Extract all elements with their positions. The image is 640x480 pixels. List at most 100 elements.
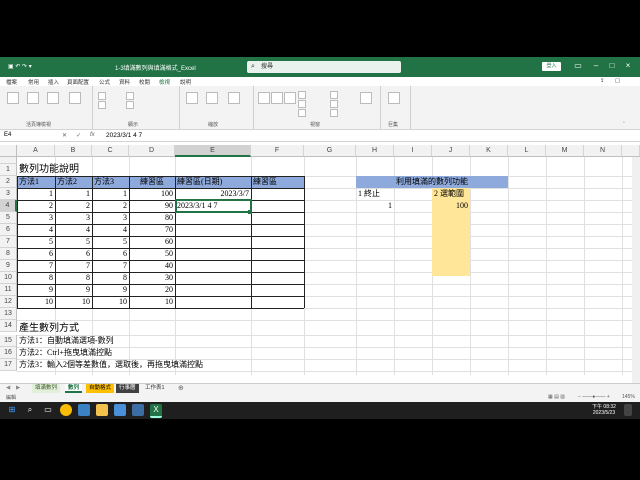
search-box[interactable]: ⌕ 搜尋 <box>247 61 401 73</box>
clock[interactable]: 下午 08:32 2023/5/23 <box>588 404 620 416</box>
cell-a5[interactable]: 3 <box>17 212 55 224</box>
arrange-all-icon[interactable] <box>271 92 283 104</box>
column-header-h[interactable]: H <box>356 145 394 157</box>
column-header-b[interactable]: B <box>55 145 92 157</box>
cell-e2[interactable]: 練習區(日期) <box>175 176 251 188</box>
cell-f9[interactable] <box>251 260 304 272</box>
custom-views-icon[interactable] <box>69 92 81 104</box>
row-header-13[interactable]: 13 <box>0 308 17 320</box>
column-header-a[interactable]: A <box>17 145 55 157</box>
new-window-icon[interactable] <box>258 92 270 104</box>
cell-d8[interactable]: 50 <box>129 248 175 260</box>
cell-a1[interactable]: 數列功能說明 <box>17 164 81 176</box>
formula-bar-checkbox[interactable] <box>126 92 134 100</box>
comment-icon[interactable]: ▢ <box>615 78 620 84</box>
cell-e6[interactable] <box>175 224 251 236</box>
cell-e4[interactable]: 2023/3/1 4 7 <box>175 200 251 212</box>
task-view-icon[interactable]: ▭ <box>42 404 54 416</box>
normal-view-icon[interactable] <box>7 92 19 104</box>
cell-d10[interactable]: 30 <box>129 272 175 284</box>
cell-a15[interactable]: 方法1：自動填滿選項-數列 <box>17 335 116 347</box>
select-all-corner[interactable] <box>0 145 17 157</box>
column-header-k[interactable]: K <box>470 145 508 157</box>
cell-e7[interactable] <box>175 236 251 248</box>
cell-a14[interactable]: 產生數列方式 <box>17 323 81 335</box>
cell-c4[interactable]: 2 <box>92 200 129 212</box>
freeze-panes-icon[interactable] <box>284 92 296 104</box>
signin-button[interactable]: 登入 <box>542 62 561 71</box>
cell-a16[interactable]: 方法2：Ctrl+拖曳填滿控點 <box>17 347 114 359</box>
cell-d5[interactable]: 80 <box>129 212 175 224</box>
cell-c6[interactable]: 4 <box>92 224 129 236</box>
column-header-c[interactable]: C <box>92 145 129 157</box>
tab-fill-series[interactable]: 填滿數列 <box>32 384 61 393</box>
collapse-ribbon-icon[interactable]: ⌃ <box>622 121 626 127</box>
cell-c10[interactable]: 8 <box>92 272 129 284</box>
cell-b9[interactable]: 7 <box>55 260 92 272</box>
cell-a17[interactable]: 方法3：輸入2個等差數值，選取後，再拖曳填滿控點 <box>17 359 205 371</box>
cell-d2[interactable]: 練習區 <box>129 176 175 188</box>
zoom-level[interactable]: 145% <box>622 394 635 400</box>
cell-a4[interactable]: 2 <box>17 200 55 212</box>
tab-scroll-left-icon[interactable]: ◀ <box>6 385 10 391</box>
zoom-icon[interactable] <box>186 92 198 104</box>
fx-icon[interactable]: fx <box>90 132 95 138</box>
share-icon[interactable]: ⇪ <box>600 78 605 84</box>
cell-e12[interactable] <box>175 296 251 308</box>
cell-a12[interactable]: 10 <box>17 296 55 308</box>
cell-b10[interactable]: 8 <box>55 272 92 284</box>
cell-c11[interactable]: 9 <box>92 284 129 296</box>
cell-f7[interactable] <box>251 236 304 248</box>
ribbon-display-icon[interactable]: ▭ <box>572 60 584 72</box>
row-header-5[interactable]: 5 <box>0 212 17 224</box>
cell-c7[interactable]: 5 <box>92 236 129 248</box>
cell-f3[interactable] <box>251 188 304 200</box>
cell-b4[interactable]: 2 <box>55 200 92 212</box>
maximize-icon[interactable]: □ <box>606 60 618 72</box>
cell-a3[interactable]: 1 <box>17 188 55 200</box>
minimize-icon[interactable]: – <box>590 60 602 72</box>
cell-b11[interactable]: 9 <box>55 284 92 296</box>
menu-help[interactable]: 說明 <box>180 78 191 86</box>
column-header-o[interactable] <box>622 145 640 157</box>
cell-c9[interactable]: 7 <box>92 260 129 272</box>
cell-d7[interactable]: 60 <box>129 236 175 248</box>
cell-f2[interactable]: 練習區 <box>251 176 304 188</box>
menu-insert[interactable]: 插入 <box>48 78 59 86</box>
cell-j4[interactable]: 100 <box>432 200 470 212</box>
tab-scroll-right-icon[interactable]: ▶ <box>16 385 20 391</box>
column-header-e[interactable]: E <box>175 145 251 157</box>
view-buttons-icon[interactable]: ▦ ▤ ▥ <box>548 394 565 400</box>
cell-d12[interactable]: 10 <box>129 296 175 308</box>
tab-auto-format[interactable]: 自動格式 <box>86 384 115 393</box>
reset-position-icon[interactable] <box>330 109 338 117</box>
file-explorer-icon[interactable] <box>96 404 108 416</box>
add-sheet-icon[interactable]: ⊕ <box>178 384 184 392</box>
row-header-11[interactable]: 11 <box>0 284 17 296</box>
mail-icon[interactable] <box>132 404 144 416</box>
vertical-scrollbar[interactable] <box>632 157 640 383</box>
cell-h2-fill-title[interactable]: 利用填滿的數列功能 <box>356 176 508 188</box>
show-desktop-icon[interactable] <box>624 404 632 416</box>
cell-b7[interactable]: 5 <box>55 236 92 248</box>
menu-review[interactable]: 校閱 <box>139 78 150 86</box>
tab-sheet1[interactable]: 工作表1 <box>142 384 168 393</box>
cancel-icon[interactable]: ✕ <box>62 132 67 139</box>
tab-calendar[interactable]: 行事曆 <box>116 384 139 393</box>
cell-c5[interactable]: 3 <box>92 212 129 224</box>
split-icon[interactable] <box>298 91 306 99</box>
row-header-4[interactable]: 4 <box>0 200 17 212</box>
headings-checkbox[interactable] <box>126 101 134 109</box>
cell-b5[interactable]: 3 <box>55 212 92 224</box>
cell-b2[interactable]: 方法2 <box>55 176 92 188</box>
search-taskbar-icon[interactable]: ⌕ <box>24 404 36 416</box>
cell-a11[interactable]: 9 <box>17 284 55 296</box>
name-box[interactable]: E4 <box>4 132 11 138</box>
cell-j3[interactable]: 2 選範圍 <box>432 188 470 200</box>
row-header-1[interactable]: 1 <box>0 164 17 176</box>
column-header-l[interactable]: L <box>508 145 546 157</box>
row-header-9[interactable]: 9 <box>0 260 17 272</box>
cell-h4[interactable]: 1 <box>356 200 394 212</box>
cell-a7[interactable]: 5 <box>17 236 55 248</box>
gridlines-checkbox[interactable] <box>98 101 106 109</box>
